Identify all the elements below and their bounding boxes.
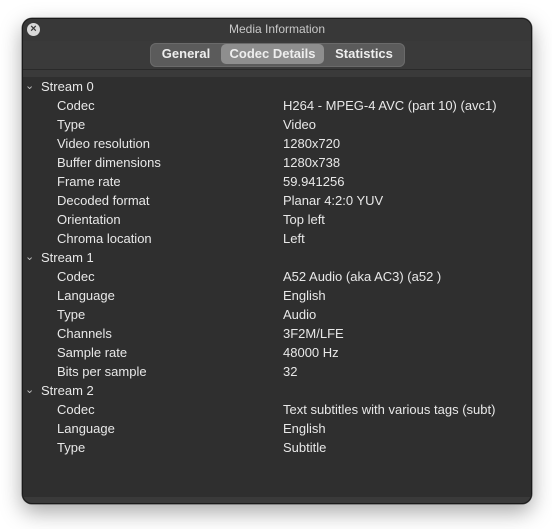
property-key: Channels — [57, 326, 112, 341]
segmented-control: General Codec Details Statistics — [150, 43, 405, 67]
stream-label: Stream 1 — [41, 250, 94, 265]
tab-codec-details[interactable]: Codec Details — [221, 44, 324, 64]
stream-label: Stream 2 — [41, 383, 94, 398]
property-key: Decoded format — [57, 193, 150, 208]
property-row[interactable]: Sample rate 48000 Hz — [23, 343, 531, 362]
property-key: Bits per sample — [57, 364, 147, 379]
property-row[interactable]: Type Video — [23, 115, 531, 134]
property-value: 48000 Hz — [283, 345, 339, 360]
property-value: Text subtitles with various tags (subt) — [283, 402, 496, 417]
property-key: Buffer dimensions — [57, 155, 161, 170]
property-key: Language — [57, 288, 115, 303]
property-value: English — [283, 288, 326, 303]
window-title: Media Information — [228, 22, 326, 36]
property-row[interactable]: Type Subtitle — [23, 438, 531, 457]
property-key: Language — [57, 421, 115, 436]
property-key: Chroma location — [57, 231, 152, 246]
property-row[interactable]: Bits per sample 32 — [23, 362, 531, 381]
property-value: English — [283, 421, 326, 436]
property-value: 59.941256 — [283, 174, 345, 189]
property-key: Type — [57, 307, 86, 322]
property-row[interactable]: Codec Text subtitles with various tags (… — [23, 400, 531, 419]
chevron-down-icon[interactable]: ⌄ — [25, 77, 34, 96]
tab-statistics[interactable]: Statistics — [324, 44, 404, 64]
property-key: Video resolution — [57, 136, 150, 151]
chevron-down-icon[interactable]: ⌄ — [25, 381, 34, 400]
property-value: 1280x720 — [283, 136, 341, 151]
property-value: A52 Audio (aka AC3) (a52 ) — [283, 269, 442, 284]
property-row[interactable]: Channels 3F2M/LFE — [23, 324, 531, 343]
property-row[interactable]: Video resolution 1280x720 — [23, 134, 531, 153]
property-row[interactable]: Language English — [23, 419, 531, 438]
stream-row[interactable]: ⌄ Stream 0 — [23, 77, 531, 96]
property-key: Codec — [57, 402, 95, 417]
property-row[interactable]: Language English — [23, 286, 531, 305]
property-key: Type — [57, 117, 86, 132]
property-value: Subtitle — [283, 440, 327, 455]
titlebar: × Media Information — [23, 19, 531, 41]
property-value: Left — [283, 231, 305, 246]
property-value: Top left — [283, 212, 325, 227]
property-row[interactable]: Orientation Top left — [23, 210, 531, 229]
codec-details-outline: ⌄ Stream 0 Codec H264 - MPEG-4 AVC (part… — [23, 77, 531, 497]
property-value: 32 — [283, 364, 298, 379]
tab-general[interactable]: General — [151, 44, 221, 64]
property-row[interactable]: Buffer dimensions 1280x738 — [23, 153, 531, 172]
property-key: Sample rate — [57, 345, 128, 360]
property-row[interactable]: Chroma location Left — [23, 229, 531, 248]
property-key: Type — [57, 440, 86, 455]
property-value: Planar 4:2:0 YUV — [283, 193, 384, 208]
property-key: Codec — [57, 98, 95, 113]
property-value: 1280x738 — [283, 155, 341, 170]
property-row[interactable]: Codec H264 - MPEG-4 AVC (part 10) (avc1) — [23, 96, 531, 115]
tab-bar: General Codec Details Statistics — [23, 41, 531, 70]
stream-row[interactable]: ⌄ Stream 2 — [23, 381, 531, 400]
property-key: Orientation — [57, 212, 121, 227]
property-key: Frame rate — [57, 174, 121, 189]
chevron-down-icon[interactable]: ⌄ — [25, 248, 34, 267]
stream-row[interactable]: ⌄ Stream 1 — [23, 248, 531, 267]
property-row[interactable]: Decoded format Planar 4:2:0 YUV — [23, 191, 531, 210]
media-information-window: × Media Information General Codec Detail… — [22, 18, 532, 504]
property-row[interactable]: Codec A52 Audio (aka AC3) (a52 ) — [23, 267, 531, 286]
property-key: Codec — [57, 269, 95, 284]
property-row[interactable]: Frame rate 59.941256 — [23, 172, 531, 191]
property-value: 3F2M/LFE — [283, 326, 344, 341]
property-value: Audio — [283, 307, 317, 322]
property-row[interactable]: Type Audio — [23, 305, 531, 324]
property-value: H264 - MPEG-4 AVC (part 10) (avc1) — [283, 98, 497, 113]
stream-label: Stream 0 — [41, 79, 94, 94]
property-value: Video — [283, 117, 317, 132]
